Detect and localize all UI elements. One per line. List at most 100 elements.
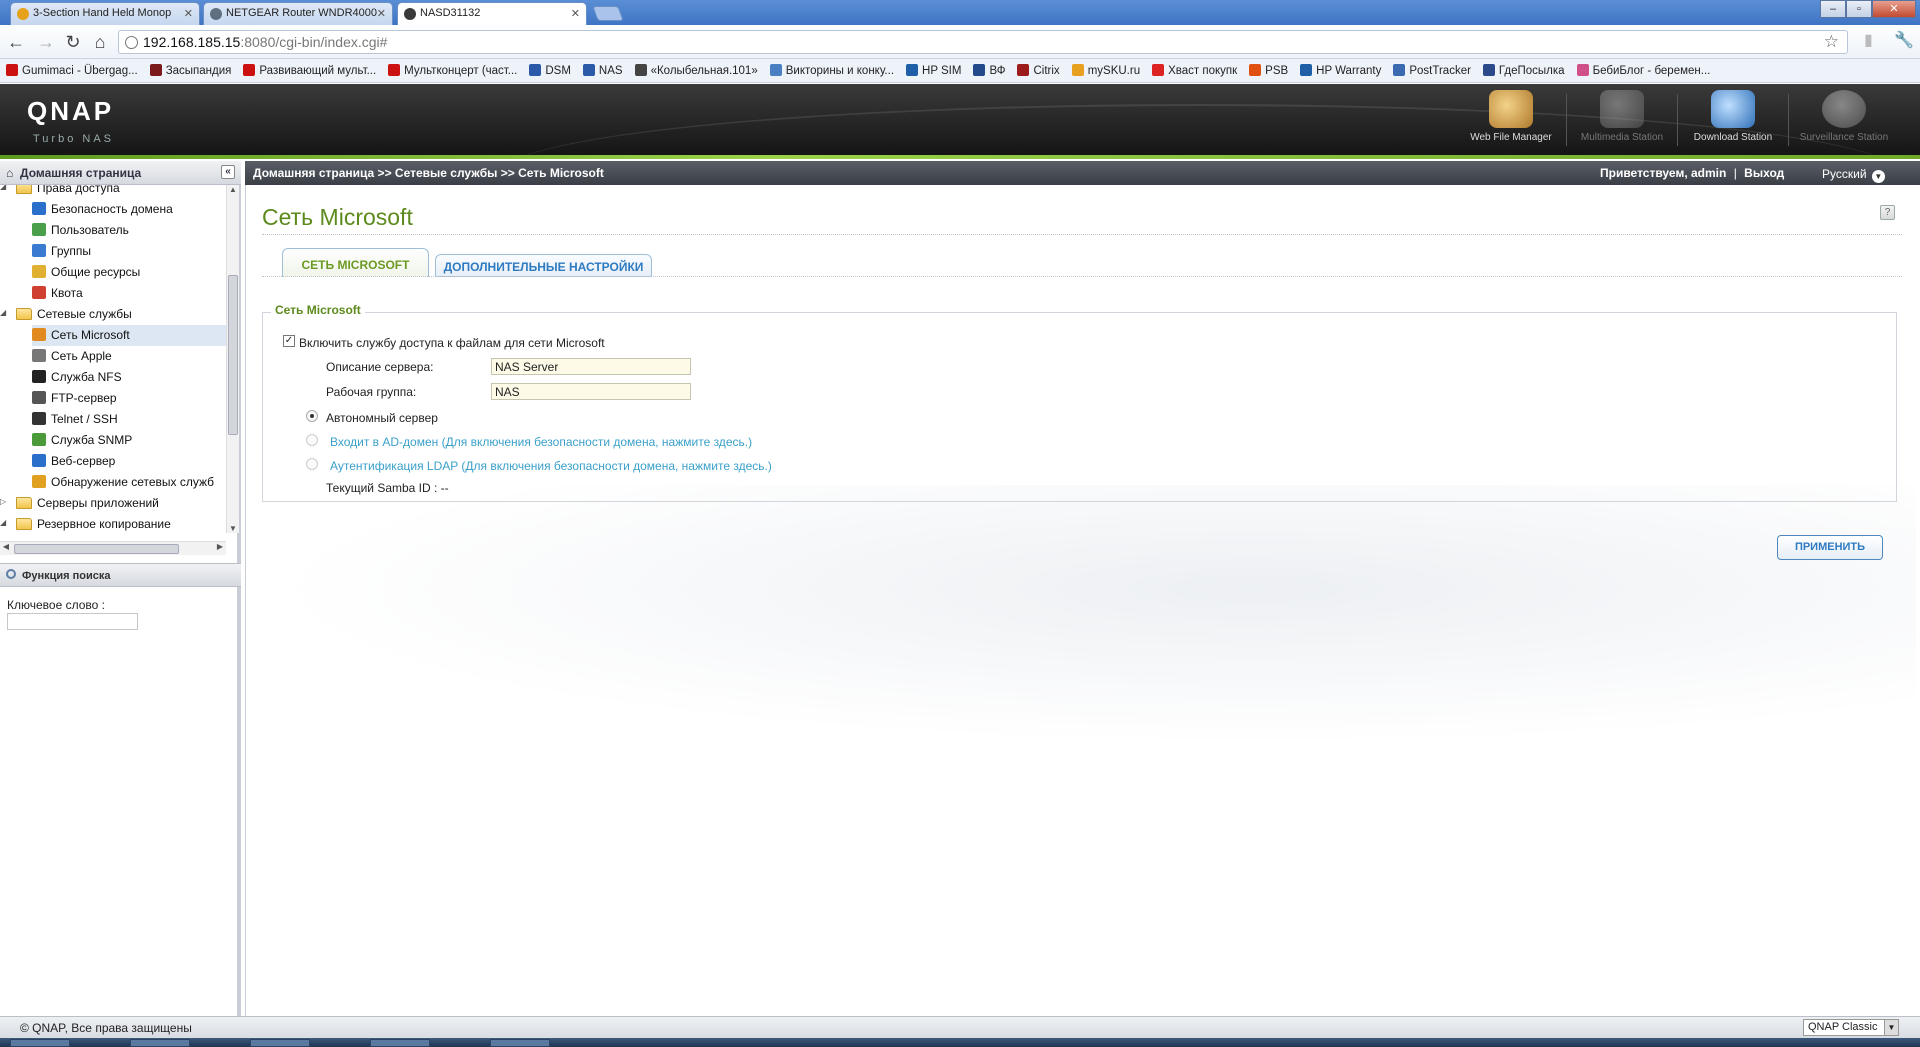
tree-item[interactable]: Пользователь	[32, 220, 226, 241]
bookmark-item[interactable]: Gumimaci - Übergag...	[0, 59, 144, 77]
minimize-icon[interactable]: –	[1820, 0, 1846, 18]
scroll-right-icon[interactable]: ▶	[214, 542, 226, 551]
page-info-icon[interactable]	[125, 36, 138, 49]
bookmark-favicon-icon	[1576, 64, 1589, 76]
workgroup-input[interactable]	[491, 383, 691, 400]
tree-item[interactable]: Группы	[32, 241, 226, 262]
close-tab-icon[interactable]: ✕	[571, 7, 580, 20]
apply-button[interactable]: ПРИМЕНИТЬ	[1777, 535, 1883, 560]
standalone-server-radio[interactable]	[306, 410, 318, 422]
expand-arrow-icon[interactable]: ▷	[0, 497, 6, 506]
keyword-input[interactable]	[7, 613, 138, 630]
bookmark-item[interactable]: PSB	[1243, 59, 1294, 77]
bookmark-item[interactable]: БебиБлог - беремен...	[1571, 59, 1717, 77]
tree-folder[interactable]: ▷ Серверы приложений	[0, 493, 226, 514]
multimedia-station-button[interactable]: Multimedia Station	[1567, 90, 1677, 143]
scrollbar-thumb[interactable]	[14, 544, 179, 554]
bookmark-item[interactable]: Citrix	[1011, 59, 1065, 77]
bookmark-item[interactable]: mySKU.ru	[1066, 59, 1146, 77]
scroll-down-icon[interactable]: ▼	[227, 524, 239, 533]
tree-item[interactable]: Безопасность домена	[32, 199, 226, 220]
tree-item[interactable]: Общие ресурсы	[32, 262, 226, 283]
logout-link[interactable]: Выход	[1744, 166, 1784, 180]
collapse-arrow-icon[interactable]: ◢	[0, 308, 6, 317]
maximize-icon[interactable]: ▫	[1846, 0, 1872, 18]
tree-item[interactable]: FTP-сервер	[32, 388, 226, 409]
bookmark-favicon-icon	[529, 64, 542, 76]
new-tab-button[interactable]	[592, 6, 624, 21]
collapse-arrow-icon[interactable]: ◢	[0, 185, 6, 191]
tree-item[interactable]: Сеть Apple	[32, 346, 226, 367]
tree-item[interactable]: Служба NFS	[32, 367, 226, 388]
browser-toolbar: ← → ↻ ⌂ 192.168.185.15:8080/cgi-bin/inde…	[0, 25, 1920, 59]
home-icon[interactable]: ⌂	[90, 32, 110, 52]
taskbar-item[interactable]	[10, 1039, 70, 1047]
browser-tab[interactable]: NETGEAR Router WNDR4000 ✕	[203, 2, 393, 25]
browser-tab[interactable]: 3-Section Hand Held Monop ✕	[10, 2, 200, 25]
close-window-icon[interactable]: ✕	[1872, 0, 1916, 18]
tab-microsoft-network[interactable]: СЕТЬ MICROSOFT	[282, 248, 429, 277]
taskbar-item[interactable]	[250, 1039, 310, 1047]
bookmark-item[interactable]: PostTracker	[1387, 59, 1477, 77]
bookmark-item[interactable]: DSM	[523, 59, 577, 77]
bookmark-item[interactable]: NAS	[577, 59, 629, 77]
bookmark-star-icon[interactable]: ☆	[1824, 32, 1839, 52]
ldap-auth-radio[interactable]	[306, 458, 318, 470]
tree-horizontal-scrollbar[interactable]: ◀ ▶	[0, 541, 226, 555]
surveillance-station-button[interactable]: Surveillance Station	[1789, 90, 1899, 143]
wrench-icon[interactable]: 🔧	[1894, 30, 1914, 50]
taskbar-item[interactable]	[370, 1039, 430, 1047]
greeting-text: Приветствуем,	[1600, 166, 1688, 180]
bookmark-item[interactable]: Викторины и конку...	[764, 59, 900, 77]
enable-smb-checkbox[interactable]: ✓	[283, 335, 295, 347]
server-description-input[interactable]	[491, 358, 691, 375]
tree-item[interactable]: Telnet / SSH	[32, 409, 226, 430]
bookmarks-bar: Gumimaci - Übergag... Засыпандия Развивающ…	[0, 59, 1920, 83]
breadcrumb: Домашняя страница >> Сетевые службы >> С…	[253, 166, 604, 180]
tree-item[interactable]: Веб-сервер	[32, 451, 226, 472]
bookmark-item[interactable]: Мультконцерт (част...	[382, 59, 523, 77]
address-bar[interactable]: 192.168.185.15:8080/cgi-bin/index.cgi# ☆	[118, 30, 1848, 54]
bookmark-item[interactable]: HP Warranty	[1294, 59, 1387, 77]
ad-domain-radio[interactable]	[306, 434, 318, 446]
scroll-left-icon[interactable]: ◀	[0, 542, 12, 551]
tree-folder[interactable]: ◢ Резервное копирование	[0, 514, 226, 535]
tab-advanced-settings[interactable]: ДОПОЛНИТЕЛЬНЫЕ НАСТРОЙКИ	[435, 254, 652, 277]
search-panel-header: Функция поиска	[0, 563, 241, 587]
collapse-panel-button[interactable]: «	[221, 165, 235, 179]
tree-folder[interactable]: ◢ Права доступа	[0, 185, 226, 199]
bookmark-item[interactable]: ВФ	[967, 59, 1011, 77]
tree-folder[interactable]: ◢ Сетевые службы	[0, 304, 226, 325]
web-file-manager-button[interactable]: Web File Manager	[1456, 90, 1566, 143]
tree-item[interactable]: Обнаружение сетевых служб	[32, 472, 226, 493]
bookmark-item[interactable]: HP SIM	[900, 59, 967, 77]
browser-tab-active[interactable]: NASD31132 ✕	[397, 2, 587, 26]
collapse-arrow-icon[interactable]: ◢	[0, 518, 6, 527]
language-select[interactable]: Русский ▼	[1822, 167, 1885, 183]
theme-select[interactable]: QNAP Classic ▼	[1803, 1019, 1899, 1036]
bookmark-item[interactable]: «Колыбельная.101»	[629, 59, 764, 77]
taskbar-item[interactable]	[490, 1039, 550, 1047]
taskbar-item[interactable]	[130, 1039, 190, 1047]
forward-icon[interactable]: →	[36, 32, 56, 52]
download-station-button[interactable]: Download Station	[1678, 90, 1788, 143]
tree-item[interactable]: Сеть Microsoft	[32, 325, 226, 346]
help-icon[interactable]: ?	[1880, 205, 1895, 220]
scrollbar-thumb[interactable]	[228, 275, 238, 435]
reload-icon[interactable]: ↻	[63, 32, 83, 52]
tree-item[interactable]: Служба SNMP	[32, 430, 226, 451]
close-tab-icon[interactable]: ✕	[377, 7, 386, 20]
tree-item[interactable]: Квота	[32, 283, 226, 304]
tree-vertical-scrollbar[interactable]: ▲ ▼	[226, 185, 239, 533]
ldap-auth-link[interactable]: Аутентификация LDAP (Для включения безоп…	[330, 459, 772, 473]
bookmark-item[interactable]: ГдеПосылка	[1477, 59, 1571, 77]
bookmark-item[interactable]: Засыпандия	[144, 59, 238, 77]
close-tab-icon[interactable]: ✕	[184, 7, 193, 20]
bookmark-item[interactable]: Хваст покупк	[1146, 59, 1243, 77]
bookmark-item[interactable]: Развивающий мульт...	[237, 59, 382, 77]
scroll-up-icon[interactable]: ▲	[227, 185, 239, 194]
chevron-down-icon: ▼	[1871, 170, 1885, 183]
ad-domain-link[interactable]: Входит в AD-домен (Для включения безопас…	[330, 435, 752, 449]
nav-home[interactable]: ⌂ Домашняя страница «	[0, 161, 241, 185]
back-icon[interactable]: ←	[6, 32, 26, 52]
